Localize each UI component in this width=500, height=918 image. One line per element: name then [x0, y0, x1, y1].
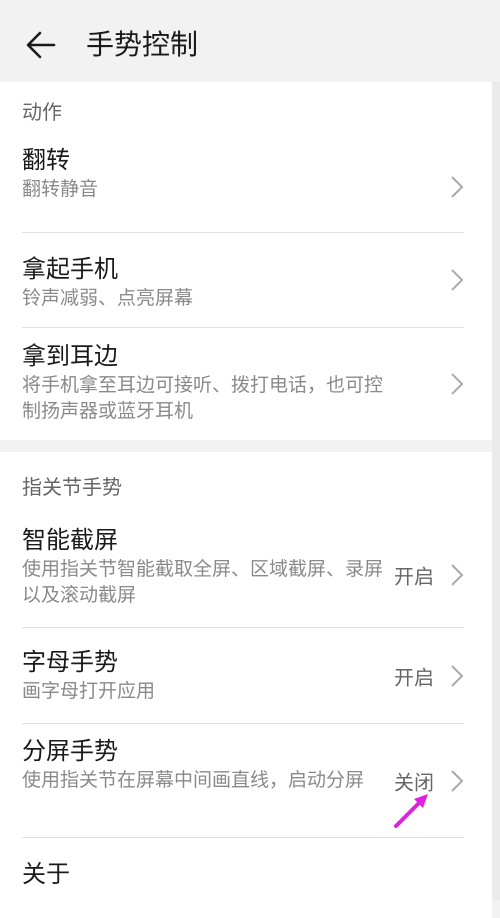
item-title: 拿到耳边	[22, 342, 118, 370]
chevron-right-icon	[451, 176, 464, 198]
header: 手势控制	[0, 0, 500, 82]
list-item-flip[interactable]: 翻转 翻转静音	[22, 142, 464, 232]
item-title: 分屏手势	[22, 737, 118, 765]
chevron-right-icon	[451, 563, 464, 586]
section-divider	[0, 440, 492, 452]
list-item-pick-up-phone[interactable]: 拿起手机 铃声减弱、点亮屏幕	[22, 232, 464, 327]
item-title: 智能截屏	[22, 526, 118, 554]
item-status: 开启	[394, 564, 434, 588]
chevron-right-icon	[451, 769, 464, 792]
back-arrow-icon[interactable]	[24, 28, 58, 62]
page-title: 手势控制	[86, 28, 199, 61]
item-subtitle: 使用指关节在屏幕中间画直线，启动分屏	[22, 769, 365, 791]
section-actions: 动作 翻转 翻转静音 拿起手机 铃声减弱、点亮屏幕 拿到耳边 将手机拿至耳边可接…	[0, 82, 492, 440]
list-item-about[interactable]: 关于	[22, 837, 464, 918]
item-subtitle: 画字母打开应用	[22, 680, 156, 702]
chevron-right-icon	[451, 269, 464, 291]
list-item-letter-gestures[interactable]: 字母手势 画字母打开应用 开启	[22, 627, 464, 723]
item-status: 开启	[394, 665, 434, 689]
item-subtitle: 使用指关节智能截取全屏、区域截屏、录屏以及滚动截屏	[22, 558, 384, 606]
section-knuckle-gestures: 指关节手势 智能截屏 使用指关节智能截取全屏、区域截屏、录屏以及滚动截屏 开启 …	[0, 452, 492, 918]
scroll-track	[492, 82, 500, 900]
item-subtitle: 翻转静音	[22, 178, 99, 200]
item-title: 翻转	[22, 146, 70, 174]
section-title: 动作	[22, 100, 62, 124]
item-subtitle: 将手机拿至耳边可接听、拨打电话，也可控制扬声器或蓝牙耳机	[22, 374, 384, 422]
chevron-right-icon	[451, 664, 464, 687]
annotation-arrow-icon	[394, 794, 428, 828]
list-item-raise-to-ear[interactable]: 拿到耳边 将手机拿至耳边可接听、拨打电话，也可控制扬声器或蓝牙耳机	[22, 327, 464, 440]
section-title: 指关节手势	[22, 475, 122, 499]
list-item-smart-screenshot[interactable]: 智能截屏 使用指关节智能截取全屏、区域截屏、录屏以及滚动截屏 开启	[22, 522, 464, 627]
chevron-right-icon	[451, 373, 464, 395]
item-subtitle: 铃声减弱、点亮屏幕	[22, 287, 194, 309]
item-title: 拿起手机	[22, 255, 118, 283]
item-title: 关于	[22, 860, 70, 888]
